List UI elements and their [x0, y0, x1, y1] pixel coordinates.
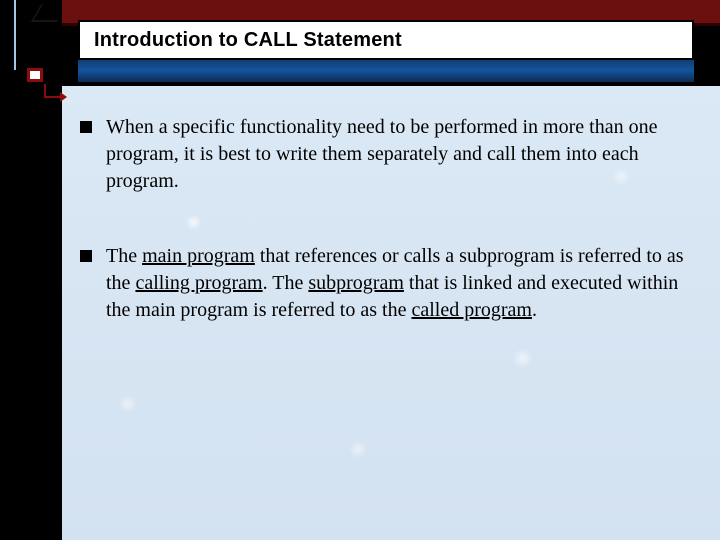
slide: When a specific functionality need to be… [0, 0, 720, 540]
content-area: When a specific functionality need to be… [62, 86, 720, 540]
text-fragment: The [106, 245, 142, 267]
bullet-text-1: When a specific functionality need to be… [106, 114, 692, 195]
square-bullet-icon [80, 250, 92, 262]
bullet-text-2: The main program that references or call… [106, 243, 692, 324]
underlined-term: main program [142, 245, 255, 267]
square-bullet-icon [80, 121, 92, 133]
list-item: The main program that references or call… [80, 243, 692, 324]
bullet-list: When a specific functionality need to be… [80, 114, 692, 372]
side-arrow-icon [42, 84, 66, 98]
underlined-term: called program [411, 299, 532, 321]
title-white-band: Introduction to CALL Statement [78, 20, 694, 60]
slide-title: Introduction to CALL Statement [94, 29, 402, 52]
underlined-term: calling program [135, 272, 262, 294]
side-square-icon [27, 68, 43, 82]
list-item: When a specific functionality need to be… [80, 114, 692, 195]
text-fragment: . The [263, 272, 309, 294]
underlined-term: subprogram [308, 272, 404, 294]
left-accent-line [14, 0, 16, 70]
text-fragment: . [532, 299, 537, 321]
title-bar: Introduction to CALL Statement [78, 20, 694, 82]
